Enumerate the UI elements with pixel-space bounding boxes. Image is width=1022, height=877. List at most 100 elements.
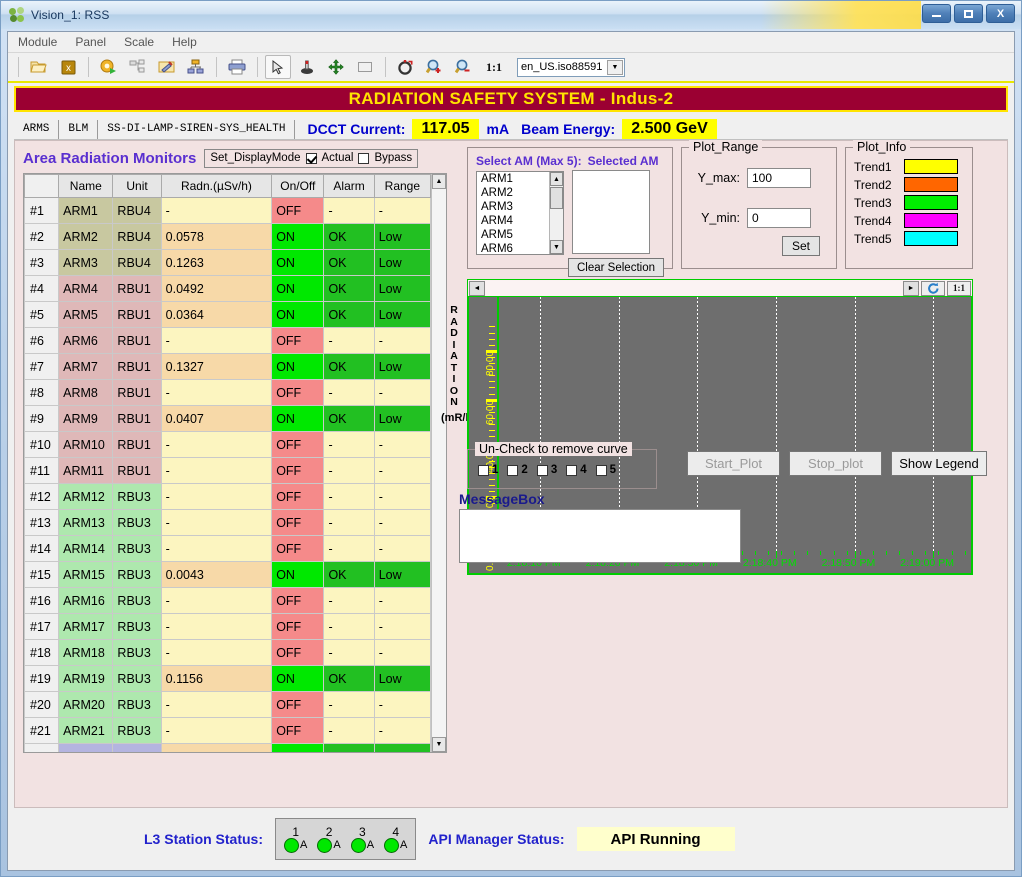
table-row[interactable]: #16 ARM16 RBU3- OFF - - [24,587,432,614]
table-row[interactable]: #1 ARM1 RBU4- OFF - - [24,197,432,224]
close-x-icon[interactable]: x [55,55,81,79]
table-row[interactable]: #20 ARM20 RBU3- OFF - - [24,691,432,718]
table-row[interactable]: #3 ARM3 RBU4 0.1263 ON OK Low [24,249,432,276]
locale-select[interactable]: en_US.iso88591 ▼ [517,57,625,77]
messagebox-field[interactable] [459,509,741,563]
table-row[interactable]: #13 ARM13 RBU3- OFF - - [24,509,432,536]
close-button[interactable]: X [986,4,1015,23]
arm-table: Name Unit Radn.(µSv/h) On/Off Alarm Rang… [24,174,432,752]
curve-checkbox[interactable] [478,464,489,476]
scale-one-to-one-button[interactable]: 1:1 [480,55,508,79]
row-index: #3 [24,249,60,276]
table-row[interactable]: #5 ARM5 RBU1 0.0364 ON OK Low [24,301,432,328]
selected-am-listbox[interactable] [572,170,650,254]
row-unit: RBU2 [112,743,162,752]
bypass-checkbox[interactable] [358,152,370,164]
plot-scrollbar[interactable]: ◄ ► 1:1 [467,279,973,297]
table-row[interactable]: #7 ARM7 RBU1 0.1327 ON OK Low [24,353,432,380]
table-row[interactable]: #6 ARM6 RBU1- OFF - - [24,327,432,354]
table-scrollbar[interactable]: ▲ ▼ [431,174,446,752]
chevron-down-icon[interactable]: ▼ [607,59,623,75]
probe-icon[interactable] [294,55,320,79]
open-folder-icon[interactable] [26,55,52,79]
table-row[interactable]: #21 ARM21 RBU3- OFF - - [24,717,432,744]
row-range: - [373,613,432,640]
show-legend-button[interactable]: Show Legend [891,451,987,476]
curve-checkbox-item[interactable]: 3 [536,464,562,476]
curve-checkbox[interactable] [536,464,548,476]
print-icon[interactable] [224,55,250,79]
table-row[interactable]: #12 ARM12 RBU3- OFF - - [24,483,432,510]
minimize-button[interactable] [922,4,951,23]
plot-scale-one-to-one-button[interactable]: 1:1 [947,280,971,296]
toolbar-separator [216,57,217,77]
row-radn: 0.0578 [160,223,273,250]
zoom-out-icon[interactable] [451,55,477,79]
row-alarm: OK [323,223,375,250]
table-row[interactable]: #9 ARM9 RBU1 0.0407 ON OK Low [24,405,432,432]
start-plot-button[interactable]: Start_Plot [687,451,780,476]
tab-arms[interactable]: ARMS [14,120,60,139]
scroll-down-icon[interactable]: ▼ [432,737,446,752]
table-row[interactable]: #8 ARM8 RBU1- OFF - - [24,379,432,406]
curve-checkbox-item[interactable]: 5 [595,464,621,476]
plot-scroll-track[interactable] [486,280,902,296]
clear-selection-button[interactable]: Clear Selection [568,258,664,277]
table-row[interactable]: #22ARM22RBU20.1333ONOKLow [24,743,432,752]
network-icon[interactable] [183,55,209,79]
curve-checkbox[interactable] [566,464,578,476]
table-row[interactable]: #15 ARM15 RBU3 0.0043 ON OK Low [24,561,432,588]
ymin-input[interactable]: 0 [747,208,811,228]
table-row[interactable]: #2 ARM2 RBU4 0.0578 ON OK Low [24,223,432,250]
set-button[interactable]: Set [782,236,820,256]
row-onoff: OFF [271,613,325,640]
row-radn: - [160,587,273,614]
table-row[interactable]: #17 ARM17 RBU3- OFF - - [24,613,432,640]
row-range: Low [373,405,432,432]
pan-icon[interactable] [323,55,349,79]
row-onoff: OFF [271,197,325,224]
tree-node-icon[interactable] [125,55,151,79]
scroll-right-icon[interactable]: ► [903,280,919,296]
beam-energy-label: Beam Energy: [521,121,616,137]
zoom-in-icon[interactable] [422,55,448,79]
row-alarm: - [323,691,375,718]
table-row[interactable]: #18 ARM18 RBU3- OFF - - [24,639,432,666]
beam-energy-value: 2.500 GeV [622,119,717,139]
am-listbox[interactable]: ARM1 ARM2 ARM3 ARM4 ARM5 ARM6 ARM7 ▲ ▼ [476,171,564,255]
table-row[interactable]: #11 ARM11 RBU1- OFF - - [24,457,432,484]
ymax-input[interactable]: 100 [747,168,811,188]
pointer-icon[interactable] [265,55,291,79]
stop-plot-button[interactable]: Stop_plot [789,451,882,476]
refresh-icon[interactable] [921,280,945,296]
menu-item-panel[interactable]: Panel [75,35,106,49]
table-row[interactable]: #19 ARM19 RBU3 0.1156 ON OK Low [24,665,432,692]
curve-checkbox-item[interactable]: 1 [478,464,503,476]
curve-checkbox[interactable] [507,464,519,476]
tab-blm[interactable]: BLM [59,120,99,139]
scroll-up-icon[interactable]: ▲ [432,174,446,189]
scroll-down-icon[interactable]: ▼ [550,240,563,254]
scroll-up-icon[interactable]: ▲ [550,172,563,186]
curve-checkbox[interactable] [595,464,607,476]
menu-item-scale[interactable]: Scale [124,35,154,49]
menu-item-module[interactable]: Module [18,35,57,49]
scrollbar-track[interactable] [432,189,446,737]
uncheck-legend: Un-Check to remove curve [475,442,632,456]
table-row[interactable]: #10 ARM10 RBU1- OFF - - [24,431,432,458]
tab-ss-di-lamp-siren-sys-health[interactable]: SS-DI-LAMP-SIREN-SYS_HEALTH [98,120,296,139]
actual-checkbox[interactable] [305,152,317,164]
maximize-button[interactable] [954,4,983,23]
reset-icon[interactable] [393,55,419,79]
edit-folder-icon[interactable] [154,55,180,79]
scrollbar-thumb[interactable] [550,187,563,209]
table-row[interactable]: #4 ARM4 RBU1 0.0492 ON OK Low [24,275,432,302]
listbox-scrollbar[interactable]: ▲ ▼ [549,172,563,254]
settings-run-icon[interactable] [96,55,122,79]
curve-checkbox-item[interactable]: 2 [507,464,532,476]
scroll-left-icon[interactable]: ◄ [469,280,485,296]
curve-checkbox-item[interactable]: 4 [566,464,591,476]
rectangle-select-icon[interactable] [352,55,378,79]
table-row[interactable]: #14 ARM14 RBU3- OFF - - [24,535,432,562]
menu-item-help[interactable]: Help [172,35,197,49]
